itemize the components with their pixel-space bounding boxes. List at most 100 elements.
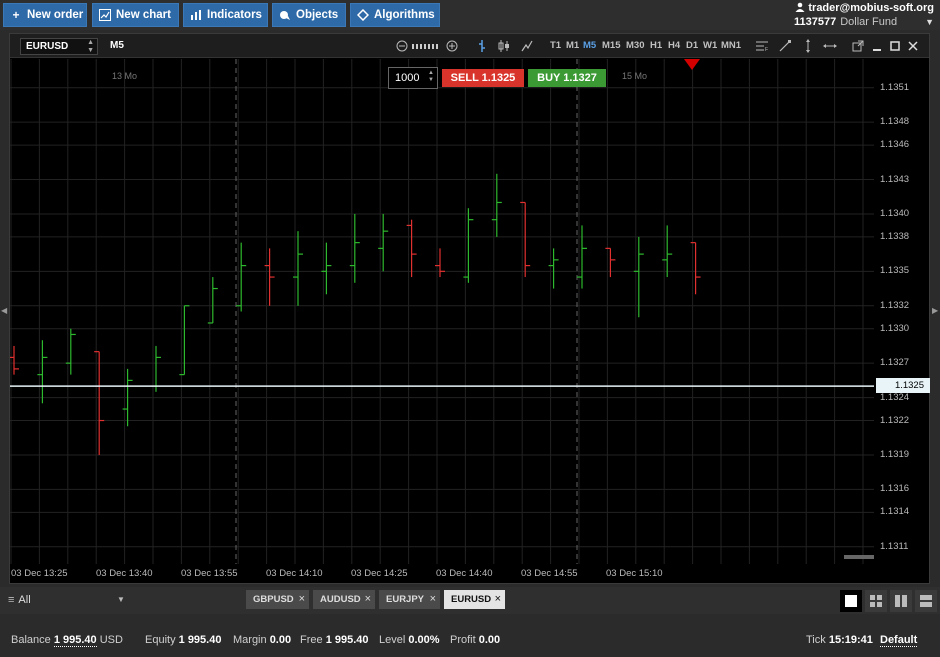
time-tick-label: 03 Dec 13:40 [96, 568, 153, 579]
chart-filter-select[interactable]: ≡ All [8, 594, 31, 606]
timeframe-label: M5 [110, 40, 124, 51]
free-value: 1 995.40 [325, 634, 369, 646]
timeframe-d1[interactable]: D1 [686, 38, 698, 54]
time-axis: 03 Dec 13:25 03 Dec 13:40 03 Dec 13:55 03 D… [10, 564, 874, 584]
price-tick-label: 1.1335 [880, 265, 910, 277]
new-order-label: New order [27, 9, 84, 21]
caret-down-icon[interactable]: ▼ [925, 17, 934, 27]
chart-window: EURUSD ▲ ▼ M5 T1 M1 M5 M15 M30 H1 H4 D1 W1 MN1 F [9, 33, 930, 584]
line-chart-type-icon[interactable] [520, 38, 534, 54]
account-info[interactable]: trader@mobius-soft.org 1137577 Dollar Fu… [794, 1, 934, 29]
indicator-list-icon[interactable]: F [754, 38, 770, 54]
user-icon [795, 2, 805, 15]
profit-label: Profit [450, 634, 476, 646]
price-tick-label: 1.1324 [880, 391, 910, 403]
margin-field: Margin 0.00 [233, 634, 291, 646]
price-tick-label: 1.1346 [880, 139, 910, 151]
equity-value: 1 995.40 [178, 634, 222, 646]
timeframe-h4[interactable]: H4 [668, 38, 680, 54]
zoom-in-icon[interactable] [445, 38, 459, 54]
objects-button[interactable]: Objects [272, 3, 346, 27]
buy-button[interactable]: BUY 1.1327 [528, 69, 606, 87]
sell-button[interactable]: SELL 1.1325 [442, 69, 524, 87]
close-tab-icon[interactable]: × [495, 590, 501, 609]
layout-rows-icon[interactable] [915, 590, 937, 612]
close-tab-icon[interactable]: × [430, 590, 436, 609]
close-icon[interactable] [907, 38, 919, 54]
account-email: trader@mobius-soft.org [808, 2, 934, 14]
layout-columns-icon[interactable] [890, 590, 912, 612]
buy-label: BUY [537, 72, 561, 84]
tab-eurjpy[interactable]: EURJPY × [379, 590, 440, 609]
tick-time: 15:19:41 [828, 634, 873, 646]
time-tick-label: 03 Dec 15:10 [606, 568, 663, 579]
objects-icon [279, 9, 291, 21]
zoom-slider[interactable] [411, 38, 441, 54]
new-order-button[interactable]: + New order [3, 3, 87, 27]
algorithms-button[interactable]: Algorithms [350, 3, 440, 27]
candlestick-type-icon[interactable] [497, 38, 511, 54]
objects-label: Objects [296, 9, 339, 21]
zoom-out-icon[interactable] [395, 38, 409, 54]
close-tab-icon[interactable]: × [299, 590, 305, 609]
level-value: 0.00% [408, 634, 440, 646]
timeframe-h1[interactable]: H1 [650, 38, 662, 54]
quantity-stepper[interactable]: 1000 ▲ ▼ [388, 67, 438, 89]
maximize-icon[interactable] [889, 38, 901, 54]
timeframe-m15[interactable]: M15 [602, 38, 620, 54]
bar-chart-type-icon[interactable] [475, 38, 489, 54]
new-chart-button[interactable]: New chart [92, 3, 179, 27]
default-value: Default [880, 634, 918, 647]
quantity-value: 1000 [395, 72, 420, 84]
symbol-select[interactable]: EURUSD ▲ ▼ [20, 38, 98, 55]
day-label-13: 13 Mo [112, 71, 138, 81]
timeframe-m30[interactable]: M30 [626, 38, 644, 54]
bar-chart-icon [190, 9, 202, 21]
minimize-icon[interactable] [871, 38, 883, 54]
layout-grid-icon[interactable] [865, 590, 887, 612]
profit-field: Profit 0.00 [450, 634, 500, 646]
tab-gbpusd[interactable]: GBPUSD × [246, 590, 309, 609]
time-tick-label: 03 Dec 14:25 [351, 568, 408, 579]
timeframe-w1[interactable]: W1 [703, 38, 717, 54]
trend-line-icon[interactable] [778, 38, 792, 54]
horizontal-line-icon[interactable] [822, 38, 838, 54]
right-panel-arrow-icon[interactable]: ▶ [932, 306, 938, 315]
price-tick-label: 1.1314 [880, 506, 910, 518]
time-tick-label: 03 Dec 13:55 [181, 568, 238, 579]
spinner-icon[interactable]: ▲ ▼ [428, 70, 434, 84]
horizontal-scrollbar[interactable] [844, 555, 874, 559]
price-tick-label: 1.1351 [880, 81, 910, 93]
default-select[interactable]: Default [880, 634, 918, 647]
price-tick-label: 1.1348 [880, 116, 910, 128]
account-fund: Dollar Fund [840, 16, 898, 28]
caret-down-icon[interactable]: ▼ [117, 595, 125, 604]
spinner-icon: ▲ ▼ [87, 39, 94, 54]
price-tick-label: 1.1338 [880, 230, 910, 242]
timeframe-t1[interactable]: T1 [550, 38, 561, 54]
tick-field: Tick 15:19:41 [806, 634, 873, 646]
timeframe-m1[interactable]: M1 [566, 38, 579, 54]
left-panel-arrow-icon[interactable]: ◀ [1, 306, 7, 315]
tab-eurusd[interactable]: EURUSD × [444, 590, 505, 609]
profit-value: 0.00 [478, 634, 501, 646]
current-price-label: 1.1325 [876, 378, 930, 394]
timeframe-mn1[interactable]: MN1 [721, 38, 741, 54]
price-tick-label: 1.1311 [880, 540, 909, 552]
tab-audusd[interactable]: AUDUSD × [313, 590, 375, 609]
balance-value[interactable]: 1 995.40 [53, 634, 97, 647]
layout-single-icon[interactable] [840, 590, 862, 612]
status-bar: Balance 1 995.40 USD Equity 1 995.40 Mar… [0, 627, 940, 655]
price-chart[interactable] [10, 59, 874, 564]
price-tick-label: 1.1327 [880, 357, 910, 369]
timeframe-m5[interactable]: M5 [583, 38, 596, 54]
time-tick-label: 03 Dec 14:55 [521, 568, 578, 579]
indicators-button[interactable]: Indicators [183, 3, 268, 27]
level-field: Level 0.00% [379, 634, 440, 646]
close-tab-icon[interactable]: × [365, 590, 371, 609]
detach-window-icon[interactable] [851, 38, 865, 54]
vertical-line-icon[interactable] [802, 38, 814, 54]
free-label: Free [300, 634, 323, 646]
chart-tabs-bar: ≡ All ▼ GBPUSD × AUDUSD × EURJPY × EURUS… [0, 587, 940, 614]
day-label-15: 15 Mo [622, 71, 648, 81]
